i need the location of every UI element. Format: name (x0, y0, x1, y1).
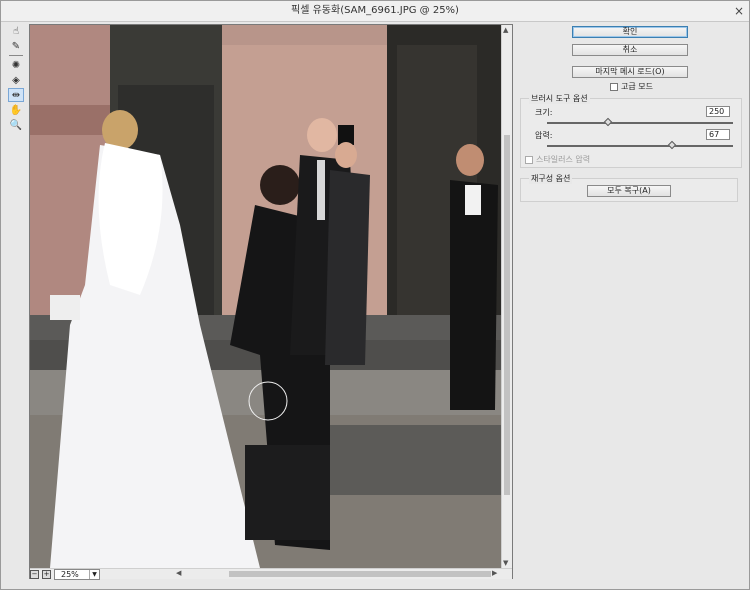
pucker-icon[interactable]: ✺ (8, 58, 24, 72)
stylus-pressure-checkbox[interactable] (525, 155, 533, 164)
zoom-select[interactable]: 25% ▼ (54, 568, 100, 580)
size-label: 크기: (535, 108, 553, 117)
cancel-button[interactable]: 취소 (572, 44, 688, 56)
reconstruct-options-group: 재구성 옵션 모두 복구(A) (520, 173, 738, 202)
stylus-pressure-label: 스타일러스 압력 (536, 155, 591, 164)
size-slider[interactable] (547, 122, 733, 124)
zoom-controls: − + 25% ▼ (30, 568, 100, 580)
size-slider-handle[interactable] (604, 117, 613, 127)
advanced-mode-row[interactable]: 고급 모드 (610, 81, 653, 92)
advanced-mode-checkbox[interactable] (610, 82, 618, 91)
scroll-up-icon[interactable]: ▲ (503, 26, 508, 34)
tool-separator (9, 55, 23, 56)
size-field[interactable]: 250 (706, 106, 730, 117)
stylus-pressure-row[interactable]: 스타일러스 압력 (525, 154, 590, 165)
bloat-icon[interactable]: ◈ (8, 73, 24, 87)
chevron-down-icon[interactable]: ▼ (89, 569, 99, 579)
pressure-field[interactable]: 67 (706, 129, 730, 140)
brush-options-group: 브러시 도구 옵션 크기: 250 압력: 67 스타일러스 압력 (520, 93, 742, 168)
pressure-label: 압력: (535, 131, 553, 140)
scroll-left-icon[interactable]: ◀ (176, 569, 181, 577)
zoom-in-button[interactable]: + (42, 569, 51, 579)
wedding-photo (30, 25, 502, 568)
forward-warp-icon[interactable]: ☝ (8, 24, 24, 38)
restore-all-button[interactable]: 모두 복구(A) (587, 185, 671, 197)
advanced-mode-label: 고급 모드 (621, 82, 653, 91)
close-icon[interactable]: × (734, 0, 744, 22)
zoom-icon[interactable]: 🔍 (8, 118, 24, 132)
pressure-slider-handle[interactable] (667, 140, 676, 150)
window-title: 픽셀 유동화(SAM_6961.JPG @ 25%) (291, 5, 459, 16)
preview-image[interactable] (30, 25, 502, 568)
vertical-scrollbar[interactable]: ▲ ▼ (501, 25, 512, 568)
reconstruct-options-title: 재구성 옵션 (529, 173, 573, 184)
zoom-out-button[interactable]: − (30, 569, 39, 579)
brush-options-title: 브러시 도구 옵션 (529, 93, 590, 104)
horizontal-scroll-thumb[interactable] (229, 571, 491, 577)
hand-icon[interactable]: ✋ (8, 103, 24, 117)
preview-canvas[interactable]: ▲ ▼ (29, 24, 513, 579)
zoom-value: 25% (61, 569, 79, 579)
vertical-scroll-thumb[interactable] (504, 135, 510, 495)
tool-palette: ☝ ✎ ✺ ◈ ⇹ ✋ 🔍 (8, 24, 24, 133)
scroll-right-icon[interactable]: ▶ (492, 569, 497, 577)
ok-button[interactable]: 확인 (572, 26, 688, 38)
title-bar: 픽셀 유동화(SAM_6961.JPG @ 25%) × (0, 0, 750, 22)
reconstruct-icon[interactable]: ✎ (8, 39, 24, 53)
pressure-slider[interactable] (547, 145, 733, 147)
scroll-down-icon[interactable]: ▼ (503, 559, 508, 567)
push-left-icon[interactable]: ⇹ (8, 88, 24, 102)
load-last-mesh-button[interactable]: 마지막 메시 로드(O) (572, 66, 688, 78)
